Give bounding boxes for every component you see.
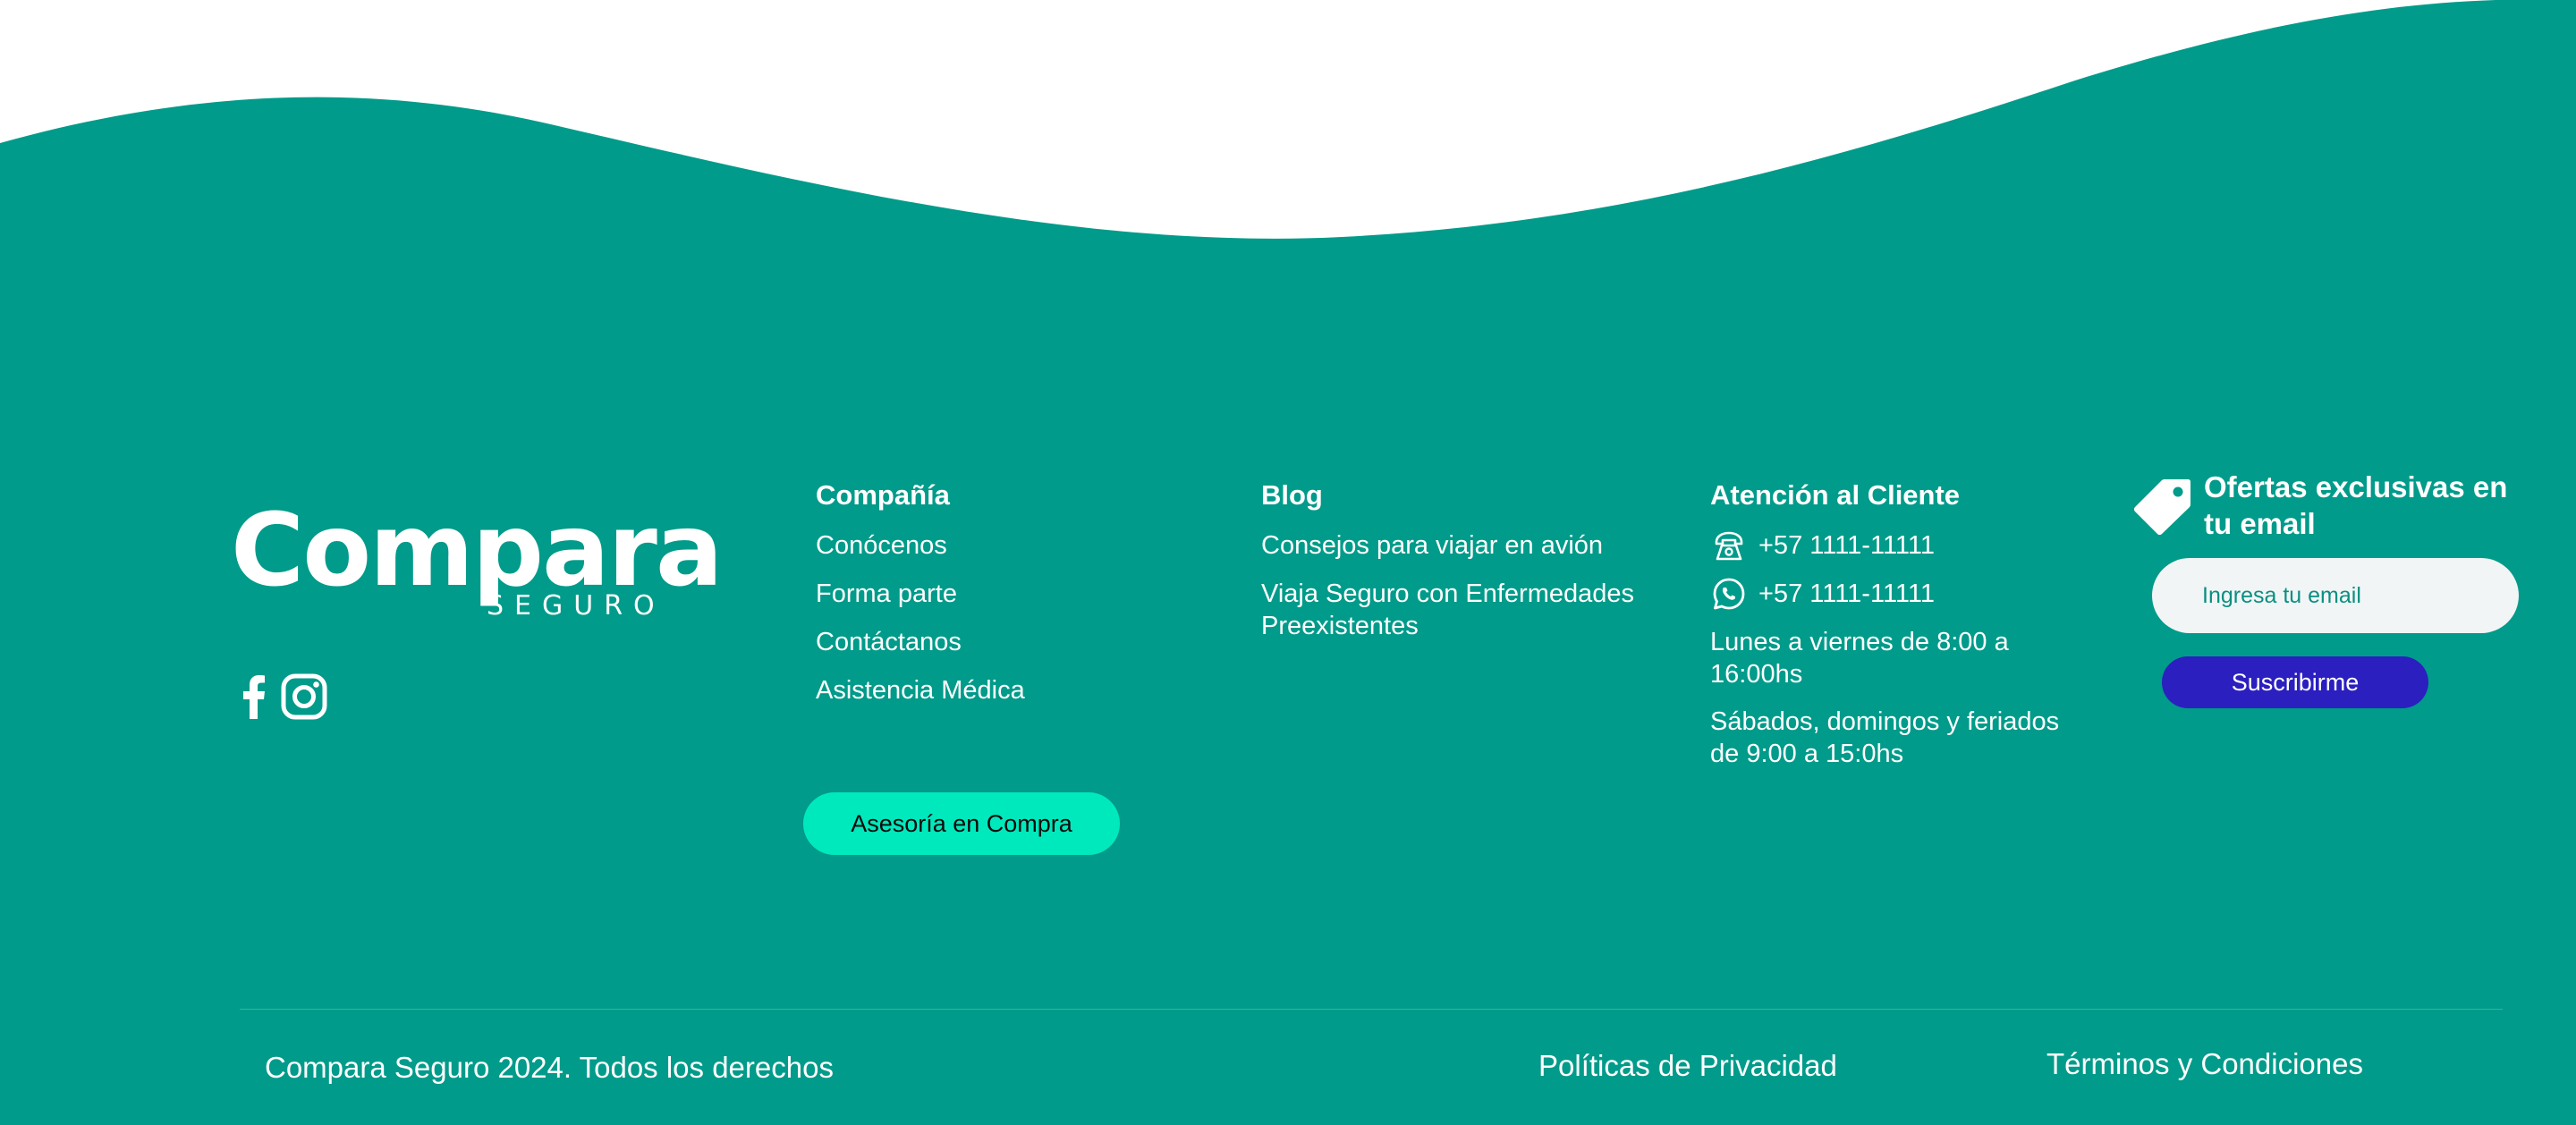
compara-seguro-logo[interactable]: Compara SEGURO [231,501,723,624]
company-title: Compañía [816,479,950,511]
blog-title: Blog [1261,479,1323,511]
site-footer: Compara SEGURO Compañía Conócenos Forma … [0,0,2576,1125]
logo-subtitle: SEGURO [487,590,665,622]
asesoria-compra-button[interactable]: Asesoría en Compra [803,792,1120,855]
whatsapp-icon [1710,575,1748,613]
logo-wordmark: Compara [231,493,723,609]
instagram-icon [281,673,327,720]
privacy-policy-link[interactable]: Políticas de Privacidad [1538,1048,1837,1084]
phone-contact[interactable]: +57 1111-11111 [1710,526,1935,565]
newsletter-title: Ofertas exclusivas en tu email [2204,470,2508,540]
terms-conditions-link[interactable]: Términos y Condiciones [2046,1046,2363,1082]
footer-divider [240,1009,2503,1010]
support-title: Atención al Cliente [1710,479,1961,511]
company-link-conocenos[interactable]: Conócenos [816,529,947,562]
blog-link-consejos-avion[interactable]: Consejos para viajar en avión [1261,529,1603,562]
email-input[interactable] [2152,558,2519,633]
phone-number: +57 1111-11111 [1758,531,1935,560]
facebook-icon [243,675,265,719]
whatsapp-number: +57 1111-11111 [1758,579,1935,608]
blog-link-viaja-seguro[interactable]: Viaja Seguro con Enfermedades Preexisten… [1261,578,1655,642]
facebook-link[interactable] [236,671,272,723]
copyright-text: Compara Seguro 2024. Todos los derechos [265,1051,834,1084]
subscribe-button[interactable]: Suscribirme [2162,656,2428,708]
company-link-forma-parte[interactable]: Forma parte [816,578,957,610]
hours-weekdays: Lunes a viernes de 8:00 a 16:00hs [1710,628,2009,689]
hours-weekend: Sábados, domingos y feriados de 9:00 a 1… [1710,707,2060,768]
whatsapp-contact[interactable]: +57 1111-11111 [1710,574,1935,613]
phone-icon [1710,527,1748,564]
footer-wave [0,0,2576,340]
tag-icon [2133,479,2190,536]
company-link-asistencia-medica[interactable]: Asistencia Médica [816,674,1025,706]
company-link-contactanos[interactable]: Contáctanos [816,626,962,658]
instagram-link[interactable] [279,671,329,723]
footer-body [0,322,2576,1125]
